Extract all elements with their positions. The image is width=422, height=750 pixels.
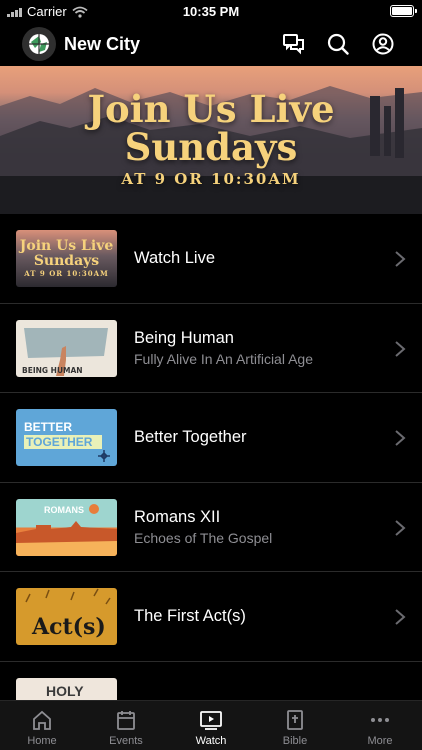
chat-button[interactable] <box>280 30 308 58</box>
thumb-text: Act(s) <box>31 614 106 640</box>
tab-watch[interactable]: Watch <box>169 701 253 750</box>
app-header: New City <box>0 22 422 66</box>
tab-label: Events <box>109 735 143 747</box>
more-icon <box>371 718 389 722</box>
list-item-first-acts[interactable]: Act(s) The First Act(s) <box>0 572 422 662</box>
list-item-text: Better Together <box>134 393 382 482</box>
hero-text: Join Us Live Sundays AT 9 OR 10:30AM <box>0 90 422 188</box>
tab-label: Watch <box>195 735 227 747</box>
thumb-text: Sundays <box>33 253 100 269</box>
list-item-better-together[interactable]: BETTER TOGETHER Better Together <box>0 393 422 483</box>
home-icon <box>33 710 51 730</box>
bible-icon <box>287 710 303 730</box>
list-item-title: Romans XII <box>134 507 221 526</box>
profile-button[interactable] <box>369 30 397 58</box>
thumb-text: BETTER <box>24 420 72 434</box>
list-item-text: Romans XII Echoes of The Gospel <box>134 483 382 572</box>
chevron-right-icon <box>395 519 406 536</box>
tab-label: More <box>367 735 393 747</box>
list-item-subtitle: Fully Alive In An Artificial Age <box>134 350 313 367</box>
hero-line1: Join Us Live <box>87 87 335 131</box>
chevron-right-icon <box>395 251 406 267</box>
list-item-romans[interactable]: ROMANS Romans XII Echoes of The Gospel <box>0 483 422 572</box>
play-icon <box>200 711 222 730</box>
tab-label: Home <box>27 735 57 747</box>
tab-more[interactable]: More <box>338 701 422 750</box>
better-together-art: BETTER TOGETHER <box>24 420 110 462</box>
romans-art: ROMANS <box>16 503 117 556</box>
tab-home[interactable]: Home <box>0 701 84 750</box>
thumb-text: Join Us Live <box>19 238 114 254</box>
chevron-right-icon <box>395 609 406 625</box>
list-item-subtitle: Echoes of The Gospel <box>134 529 273 546</box>
list-item-title: Watch Live <box>134 248 216 267</box>
tab-label: Bible <box>282 735 308 747</box>
thumbnail-watch-live: Join Us Live Sundays AT 9 OR 10:30AM <box>16 230 117 287</box>
list-item-title: Better Together <box>134 427 247 446</box>
watch-list: Join Us Live Sundays AT 9 OR 10:30AM Wat… <box>0 214 422 750</box>
status-time: 10:35 PM <box>182 4 240 19</box>
hero-line3: AT 9 OR 10:30AM <box>121 170 301 188</box>
thumb-text: BEING HUMAN <box>22 366 83 375</box>
tab-bible[interactable]: Bible <box>253 701 337 750</box>
battery-icon <box>390 5 417 17</box>
list-item-title: The First Act(s) <box>134 606 246 625</box>
thumb-text: AT 9 OR 10:30AM <box>24 269 109 278</box>
list-item-being-human[interactable]: BEING HUMAN Being Human Fully Alive In A… <box>0 304 422 393</box>
list-item-text: Being Human Fully Alive In An Artificial… <box>134 304 382 393</box>
tab-events[interactable]: Events <box>84 701 168 750</box>
search-button[interactable] <box>324 30 352 58</box>
app-logo[interactable] <box>22 27 56 61</box>
thumbnail-first-acts: Act(s) <box>16 588 117 645</box>
thumb-text: TOGETHER <box>26 435 93 449</box>
chat-icon <box>283 34 304 55</box>
thumbnail-better-together: BETTER TOGETHER <box>16 409 117 466</box>
chevron-right-icon <box>395 340 406 357</box>
thumb-text: ROMANS <box>44 505 84 515</box>
first-acts-art: Act(s) <box>25 588 111 640</box>
hero-line2: Sundays <box>124 125 298 169</box>
list-item-watch-live[interactable]: Join Us Live Sundays AT 9 OR 10:30AM Wat… <box>0 214 422 304</box>
being-human-art: BEING HUMAN <box>22 327 108 376</box>
thumb-text: HOLY <box>46 683 84 699</box>
tab-bar: Home Events Watch Bible More <box>0 700 422 750</box>
calendar-icon <box>117 711 135 730</box>
chevron-right-icon <box>395 430 406 446</box>
globe-logo-icon <box>29 34 49 54</box>
list-item-text: Watch Live <box>134 214 382 303</box>
status-bar: Carrier 10:35 PM <box>0 0 422 22</box>
list-item-title: Being Human <box>134 328 234 347</box>
thumbnail-romans: ROMANS <box>16 498 117 556</box>
hero-banner[interactable]: Join Us Live Sundays AT 9 OR 10:30AM <box>0 66 422 214</box>
search-icon <box>327 33 349 55</box>
list-item-text: The First Act(s) <box>134 572 382 661</box>
thumbnail-being-human: BEING HUMAN <box>16 319 117 377</box>
app-title: New City <box>64 34 141 54</box>
profile-icon <box>372 33 394 55</box>
